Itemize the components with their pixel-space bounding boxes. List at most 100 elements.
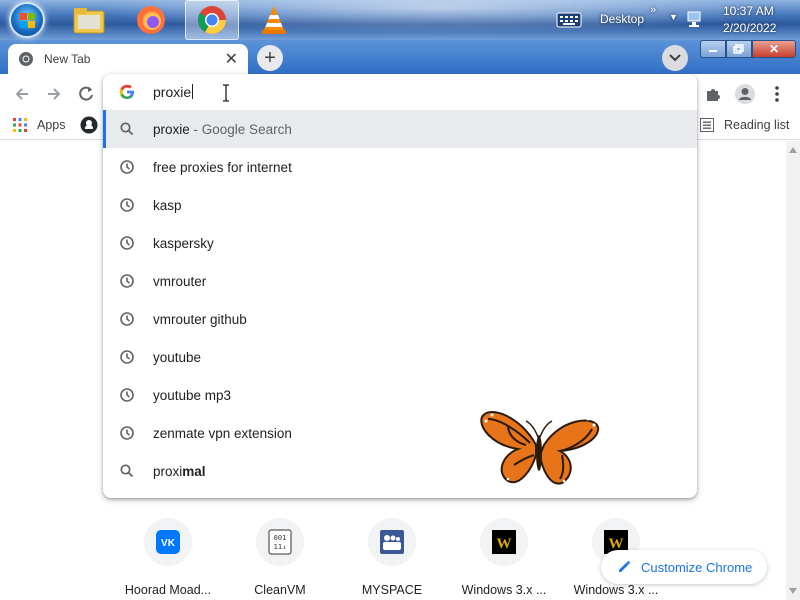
suggestion-row[interactable]: kasp (103, 186, 697, 224)
suggestion-text: youtube mp3 (153, 387, 232, 403)
suggestion-completion: mal (182, 463, 206, 479)
forward-button[interactable] (42, 82, 66, 106)
firefox-button[interactable] (124, 0, 178, 40)
shortcut-tile[interactable]: MYSPACE (336, 518, 448, 598)
vk-icon: VK (156, 530, 180, 554)
profile-icon (735, 84, 755, 104)
tab-title: New Tab (44, 52, 91, 66)
omnibox-input[interactable]: proxie (103, 74, 697, 110)
suggestion-row[interactable]: zenmate vpn extension (103, 414, 697, 452)
reading-list-button[interactable]: Reading list (700, 118, 789, 132)
pencil-icon (619, 560, 631, 572)
close-icon: ✕ (768, 42, 780, 56)
menu-button[interactable] (765, 82, 789, 106)
omnibox-value: proxie (153, 84, 192, 100)
suggestion-text: vmrouter github (153, 311, 247, 327)
file-explorer-button[interactable] (62, 0, 116, 40)
omnibox-text[interactable]: proxie (153, 84, 194, 100)
chevron-down-icon (669, 54, 681, 62)
windows-logo-icon (9, 2, 45, 38)
shortcut-tile[interactable]: 001 11↓ CleanVM (224, 518, 336, 598)
clock-time[interactable]: 10:37 AM (723, 4, 774, 18)
apps-grid-icon (13, 118, 27, 132)
suggestion-text: youtube (153, 349, 202, 365)
tab-close-icon[interactable]: ✕ (225, 49, 238, 69)
extensions-button[interactable] (701, 82, 725, 106)
history-clock-icon (120, 388, 134, 402)
suggestion-row[interactable]: youtube (103, 338, 697, 376)
google-g-icon (119, 84, 134, 99)
back-button[interactable] (10, 82, 34, 106)
history-clock-icon (120, 312, 134, 326)
chevron-double-icon[interactable]: » (650, 4, 656, 16)
shortcut-label: MYSPACE (361, 583, 423, 597)
suggestion-text: kasp (153, 197, 182, 213)
restore-button[interactable] (726, 40, 752, 58)
svg-text:11↓: 11↓ (274, 543, 287, 551)
chrome-icon (198, 6, 226, 34)
window-controls: ✕ (700, 40, 796, 58)
customize-chrome-label: Customize Chrome (641, 559, 753, 575)
suggestion-row[interactable]: vmrouter github (103, 300, 697, 338)
reload-button[interactable] (74, 82, 98, 106)
shortcut-label: Hoorad Moad... (124, 583, 212, 597)
keyboard-icon[interactable] (556, 12, 582, 28)
svg-text:001: 001 (274, 534, 287, 542)
customize-chrome-button[interactable]: Customize Chrome (601, 550, 767, 584)
suggestion-text: free proxies for internet (153, 159, 292, 175)
github-icon[interactable] (80, 116, 98, 134)
profile-button[interactable] (733, 82, 757, 106)
close-window-button[interactable]: ✕ (752, 40, 796, 58)
kebab-menu-icon (775, 86, 779, 102)
suggestion-prefix: proxi (153, 463, 183, 479)
suggestion-row[interactable]: youtube mp3 (103, 376, 697, 414)
history-clock-icon (120, 274, 134, 288)
history-clock-icon (120, 160, 134, 174)
suggestion-text: proxie - Google Search (153, 122, 292, 137)
suggestion-text: zenmate vpn extension (153, 425, 292, 441)
shortcut-tile[interactable]: W Windows 3.x ... (448, 518, 560, 598)
suggestion-subtext: - Google Search (189, 121, 292, 137)
suggestion-row[interactable]: free proxies for internet (103, 148, 697, 186)
history-clock-icon (120, 198, 134, 212)
suggestion-query: proxie (153, 121, 190, 137)
suggestion-row[interactable]: vmrouter (103, 262, 697, 300)
apps-shortcut[interactable]: Apps (13, 118, 66, 132)
shortcut-tile[interactable]: VK Hoorad Moad... (112, 518, 224, 598)
minimize-button[interactable] (700, 40, 726, 58)
suggestion-text: kaspersky (153, 235, 214, 251)
dropdown-arrow-icon[interactable]: ▼ (669, 12, 678, 22)
text-caret (192, 84, 194, 99)
network-icon[interactable] (686, 10, 702, 28)
start-button[interactable] (0, 0, 54, 40)
page-scrollbar[interactable] (786, 141, 800, 600)
suggestion-row[interactable]: proximal (103, 452, 697, 490)
tab-search-button[interactable] (662, 45, 688, 71)
folder-icon (73, 8, 105, 34)
new-tab-button[interactable]: + (257, 45, 283, 71)
shortcut-label: CleanVM (254, 583, 306, 597)
chrome-taskbar-button[interactable] (185, 0, 239, 40)
suggestion-row[interactable]: proxie - Google Search (103, 110, 697, 148)
suggestion-row[interactable]: kaspersky (103, 224, 697, 262)
scroll-up-icon[interactable] (789, 147, 797, 153)
history-clock-icon (120, 426, 134, 440)
svg-text:VK: VK (161, 538, 176, 549)
apps-label: Apps (37, 118, 66, 132)
desktop-toolbar-label[interactable]: Desktop (600, 12, 644, 26)
scroll-down-icon[interactable] (789, 588, 797, 594)
vlc-button[interactable] (247, 0, 301, 40)
chrome-favicon-icon (19, 52, 33, 66)
minimize-icon (709, 50, 717, 52)
windows-taskbar: Desktop » ▼ 10:37 AM 2/20/2022 (0, 0, 800, 40)
reading-list-label: Reading list (724, 118, 790, 132)
system-tray: Desktop » ▼ 10:37 AM 2/20/2022 (540, 0, 800, 40)
vlc-cone-icon (262, 6, 286, 34)
history-clock-icon (120, 236, 134, 250)
tab-new-tab[interactable]: New Tab ✕ (8, 44, 248, 74)
ibeam-cursor-icon (223, 84, 229, 102)
arrow-left-icon (15, 88, 28, 100)
windows31-icon: W (492, 530, 516, 554)
clock-date[interactable]: 2/20/2022 (723, 21, 776, 35)
firefox-icon (137, 6, 165, 34)
